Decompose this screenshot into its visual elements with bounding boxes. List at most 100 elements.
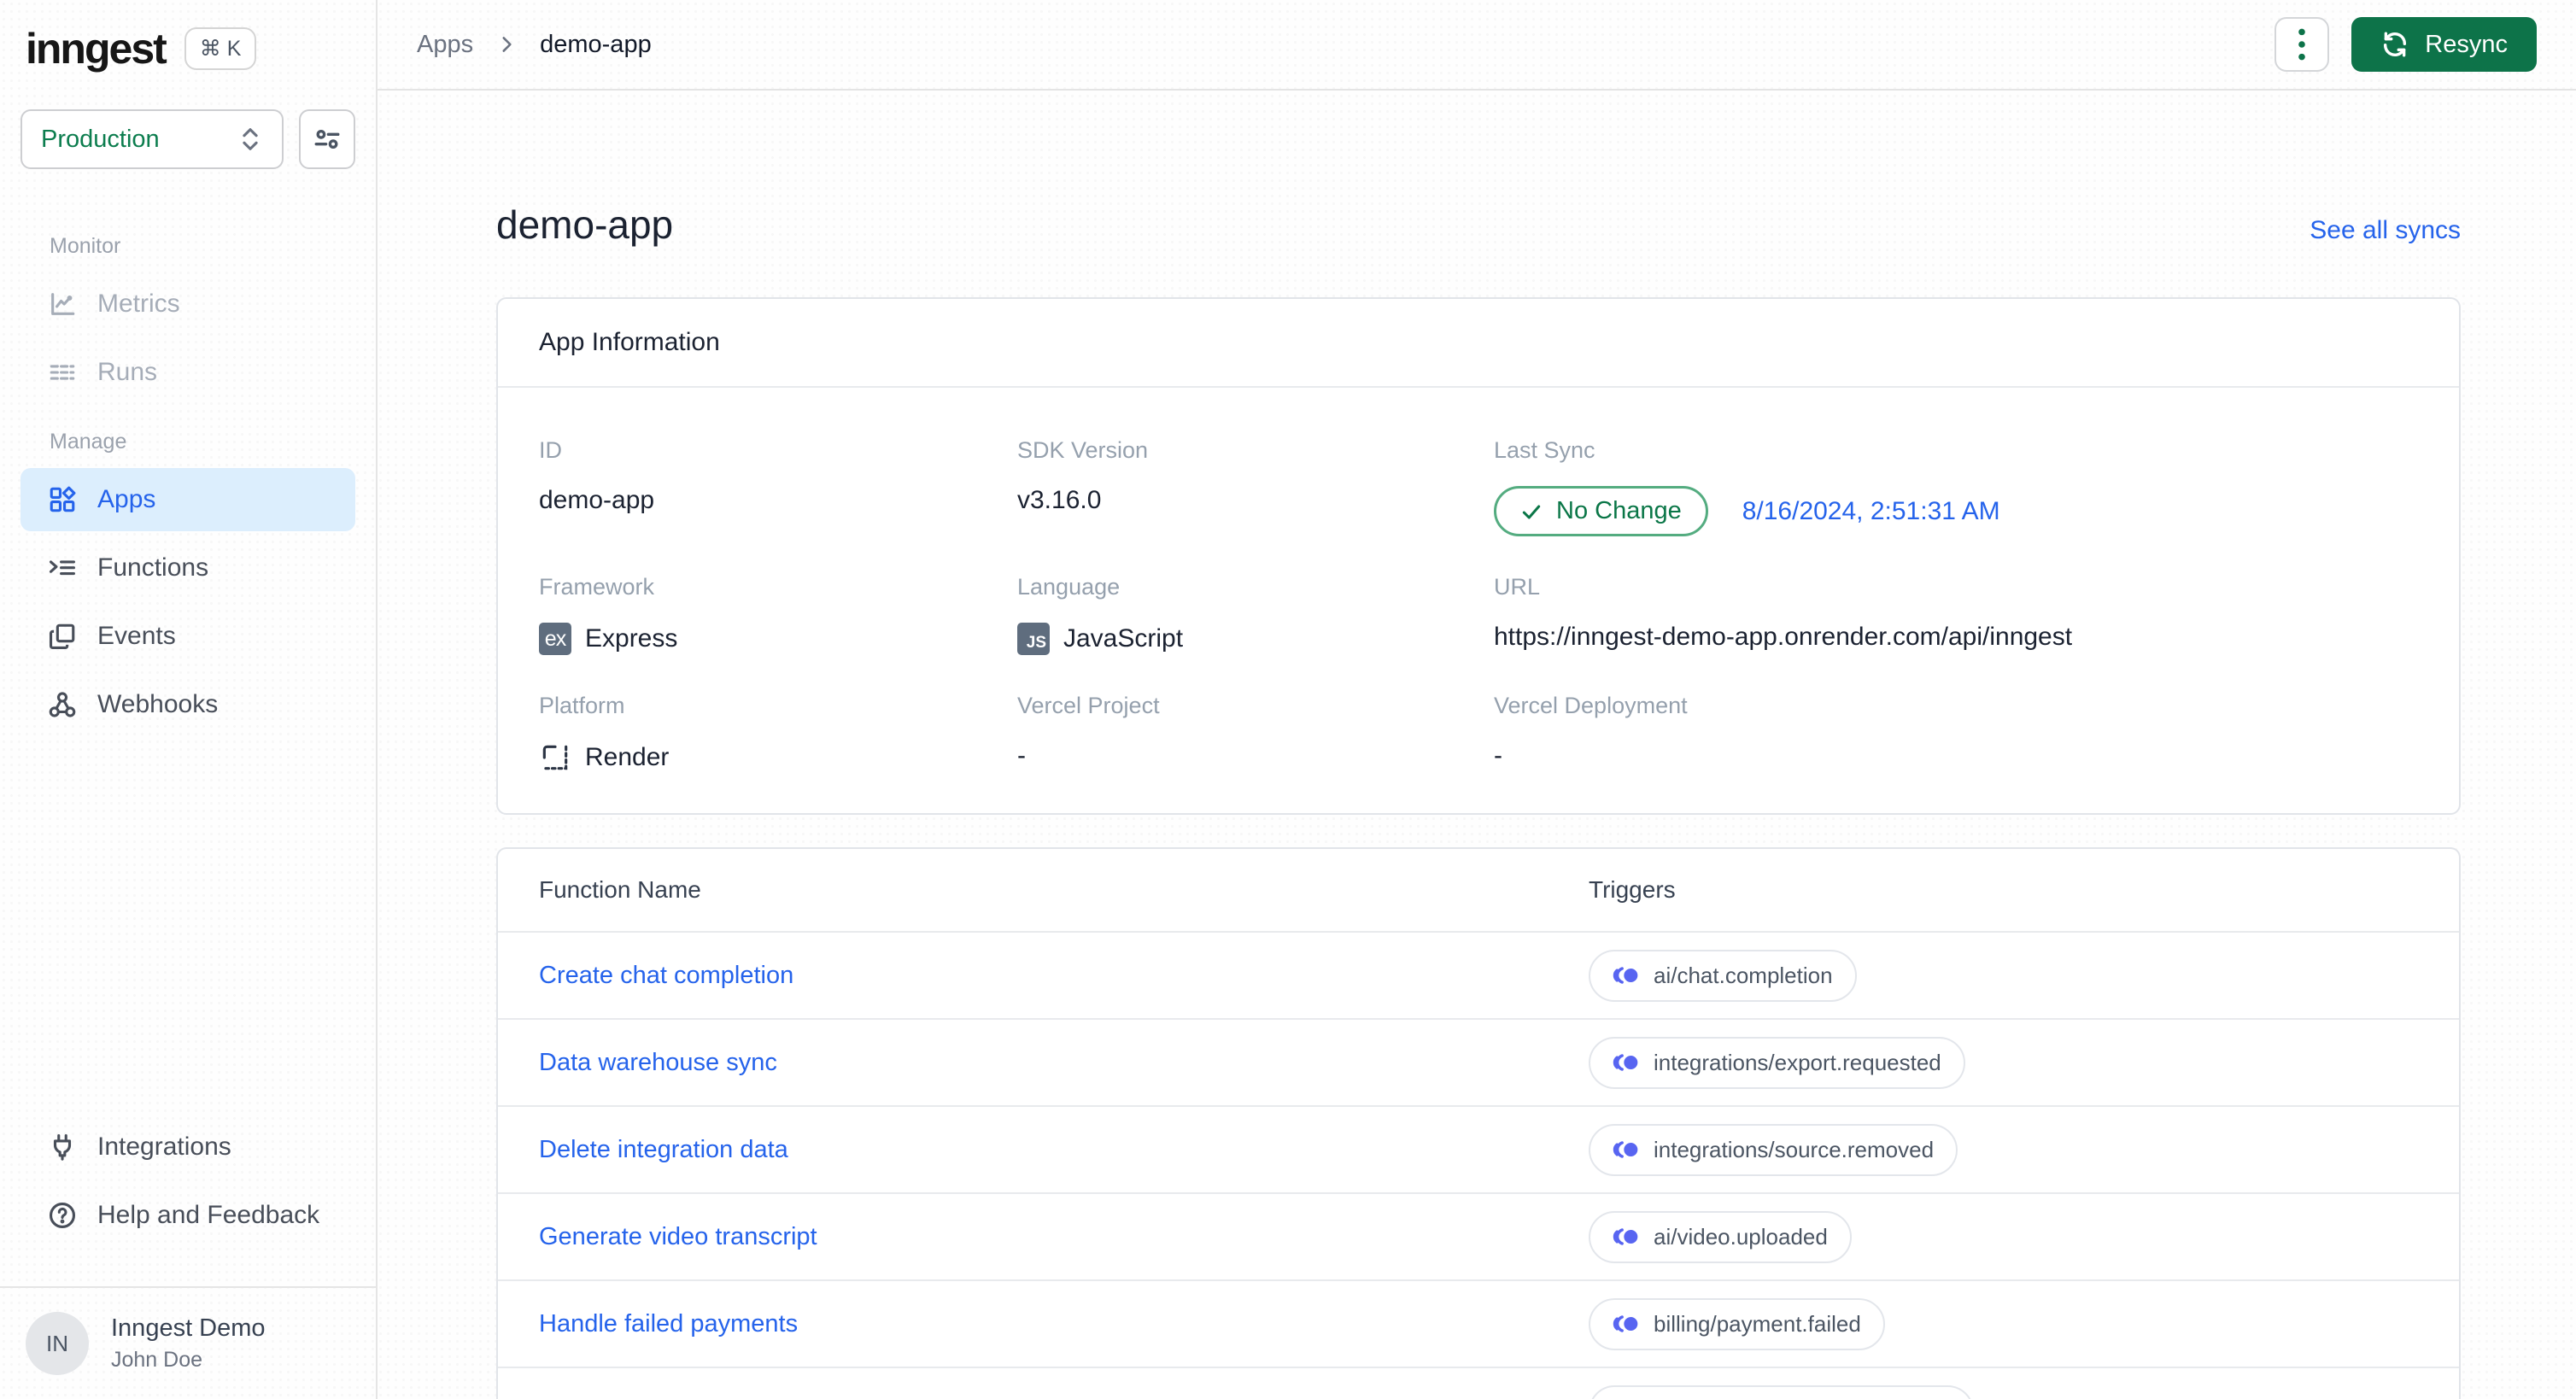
trigger-pill[interactable]: integrations/export.requested [1589,1036,1965,1089]
field-label: Last Sync [1494,437,1595,463]
field-label: SDK Version [1017,437,1149,463]
section-monitor-label: Monitor [50,234,121,258]
sliders-icon [313,125,342,154]
sidebar-item-label: Webhooks [97,690,219,718]
apps-grid-icon [48,485,77,514]
field-vercel-deployment: Vercel Deployment - [1494,693,2418,774]
function-link[interactable]: Handle failed payments [539,1310,1589,1338]
table-row: Delete integration data integrations/sou… [498,1105,2459,1192]
environment-selector-value: Production [41,125,160,153]
field-value: - [1494,741,1502,770]
trigger-label: integrations/source.removed [1654,1136,1935,1162]
section-manage-label: Manage [50,430,127,454]
field-value: demo-app [539,486,655,514]
breadcrumb: Apps demo-app [417,31,652,59]
no-change-label: No Change [1556,497,1682,524]
field-label: Framework [539,574,655,600]
runs-list-icon [48,358,77,387]
trigger-pill[interactable]: ai/video.uploaded [1589,1210,1852,1263]
sidebar-item-label: Events [97,622,176,650]
field-value: Express [585,624,678,653]
functions-table-card: Function Name Triggers Create chat compl… [496,847,2461,1399]
event-trigger-icon [1613,966,1640,985]
field-value: - [1017,741,1026,770]
main-column: Apps demo-app Resync demo-app See all sy… [378,0,2576,1399]
sidebar-item-label: Runs [97,358,158,386]
table-row: Generate video transcript ai/video.uploa… [498,1192,2459,1279]
user-menu[interactable]: IN Inngest Demo John Doe [0,1288,376,1399]
user-name: John Doe [111,1348,203,1372]
environment-selector[interactable]: Production [20,109,284,169]
column-triggers: Triggers [1589,876,1676,903]
resync-button[interactable]: Resync [2351,17,2537,72]
chevron-right-icon [495,33,518,56]
trigger-label: ai/video.uploaded [1654,1223,1828,1250]
field-framework: Framework ex Express [539,574,1017,655]
trigger-pill[interactable]: ai/chat.completion [1589,949,1857,1002]
metrics-chart-icon [48,290,77,319]
sidebar-item-integrations[interactable]: Integrations [20,1115,355,1179]
sidebar-item-webhooks[interactable]: Webhooks [20,673,355,736]
field-label: URL [1494,574,1541,600]
function-link[interactable]: Data warehouse sync [539,1049,1589,1077]
field-value: JavaScript [1063,624,1184,653]
field-label: Language [1017,574,1121,600]
sidebar-item-help[interactable]: Help and Feedback [20,1184,355,1247]
field-value: Render [585,743,670,771]
express-icon: ex [539,623,571,655]
event-trigger-icon [1613,1314,1640,1333]
breadcrumb-current: demo-app [540,30,652,58]
trigger-pill[interactable]: billing/payment.failed [1589,1297,1885,1350]
event-trigger-icon [1613,1227,1640,1246]
check-icon [1520,500,1543,523]
table-row: Handle failed payments billing/payment.f… [498,1279,2459,1367]
app-actions-menu-button[interactable] [2274,17,2330,72]
trigger-pill[interactable]: integrations/source.connected [1589,1384,1974,1399]
render-icon [539,741,571,774]
trigger-pill[interactable]: integrations/source.removed [1589,1123,1958,1176]
kebab-icon [2298,28,2306,61]
sidebar-item-label: Functions [97,553,209,582]
field-value: https://inngest-demo-app.onrender.com/ap… [1494,623,2073,651]
sync-icon [2380,30,2409,59]
trigger-label: ai/chat.completion [1654,962,1833,988]
field-sdk-version: SDK Version v3.16.0 [1017,437,1494,536]
sidebar-item-apps[interactable]: Apps [20,468,355,531]
webhooks-icon [48,690,77,719]
column-function-name: Function Name [539,876,701,903]
sidebar-item-metrics[interactable]: Metrics [20,272,355,336]
command-k-shortcut[interactable]: ⌘ K [184,27,257,70]
see-all-syncs-link[interactable]: See all syncs [2310,216,2461,245]
javascript-icon: JS [1017,623,1050,655]
field-label: Vercel Project [1017,693,1160,718]
app-information-card: App Information ID demo-app SDK Version … [496,297,2461,815]
plug-icon [48,1133,77,1162]
sidebar-nav: Monitor Metrics Runs Manage Apps Functio… [0,208,376,741]
field-value: v3.16.0 [1017,486,1102,514]
sidebar-item-label: Help and Feedback [97,1201,320,1229]
function-link[interactable]: Generate video transcript [539,1223,1589,1251]
field-platform: Platform Render [539,693,1017,774]
chevron-updown-icon [237,125,263,154]
function-link[interactable]: Delete integration data [539,1136,1589,1164]
table-row: Import data pipeline integrations/source… [498,1367,2459,1399]
environment-filter-button[interactable] [299,109,355,169]
page-title: demo-app [496,202,674,247]
trigger-label: integrations/export.requested [1654,1049,1941,1075]
field-vercel-project: Vercel Project - [1017,693,1494,774]
sidebar-item-events[interactable]: Events [20,605,355,668]
breadcrumb-apps[interactable]: Apps [417,31,473,59]
avatar: IN [26,1312,89,1375]
field-language: Language JS JavaScript [1017,574,1494,655]
sidebar-item-label: Apps [97,485,156,513]
sidebar-item-functions[interactable]: Functions [20,536,355,600]
no-change-badge: No Change [1494,486,1708,536]
field-last-sync: Last Sync No Change 8/16/2024, 2:51:31 A… [1494,437,2418,536]
last-sync-time-link[interactable]: 8/16/2024, 2:51:31 AM [1742,497,2000,526]
topbar: Apps demo-app Resync [378,0,2576,91]
resync-label: Resync [2425,30,2508,58]
function-link[interactable]: Create chat completion [539,962,1589,990]
trigger-label: billing/payment.failed [1654,1310,1861,1337]
sidebar-item-runs[interactable]: Runs [20,341,355,404]
logo-row: inngest ⌘ K [0,24,376,73]
